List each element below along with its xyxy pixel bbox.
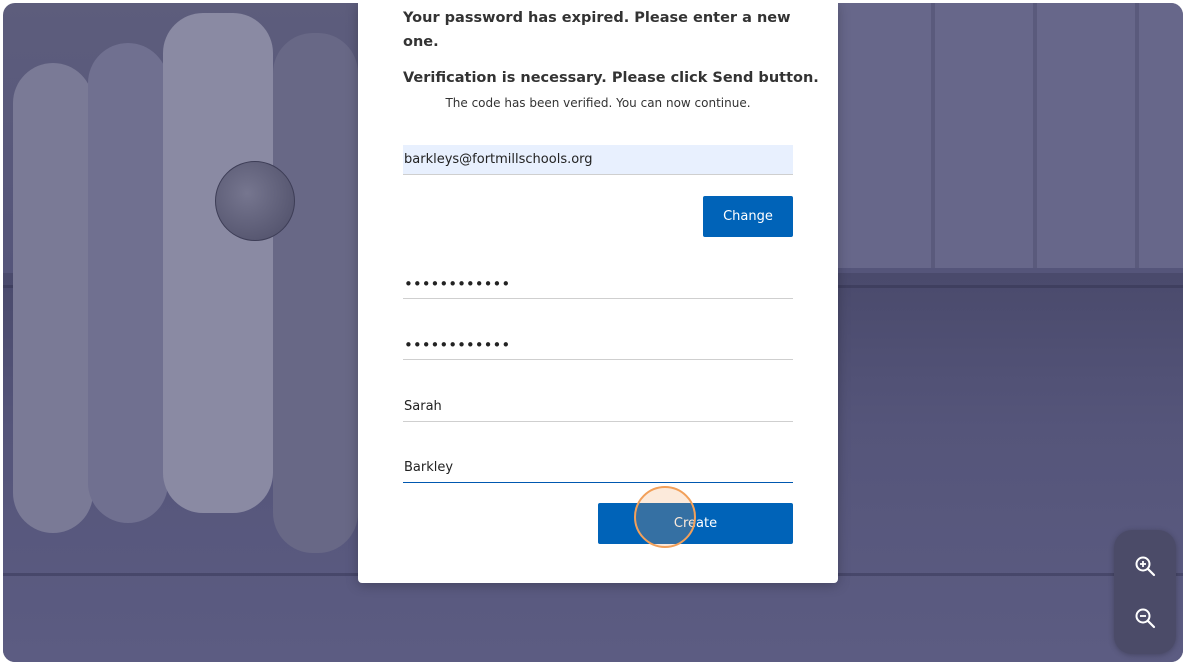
gym-wall-panels [833, 3, 1183, 268]
confirm-password-field[interactable] [403, 330, 793, 360]
change-email-button[interactable]: Change [703, 196, 793, 237]
given-name-field[interactable] [403, 392, 793, 422]
code-verified-message: The code has been verified. You can now … [445, 96, 751, 110]
zoom-out-icon [1135, 608, 1156, 629]
player-silhouette [13, 63, 93, 533]
zoom-in-icon [1135, 556, 1156, 577]
create-button[interactable]: Create [598, 503, 793, 544]
basketball [215, 161, 295, 241]
background-scene: Your password has expired. Please enter … [3, 3, 1183, 662]
new-password-field[interactable] [403, 269, 793, 299]
verification-message: Verification is necessary. Please click … [403, 70, 819, 86]
player-silhouette [88, 43, 168, 523]
zoom-controls [1114, 530, 1176, 654]
password-expired-heading: Your password has expired. Please enter … [403, 10, 791, 50]
surname-field[interactable] [403, 453, 793, 483]
password-reset-card: Your password has expired. Please enter … [358, 3, 838, 583]
player-silhouette [273, 33, 358, 553]
players-photo [3, 3, 363, 603]
zoom-in-button[interactable] [1125, 546, 1165, 586]
player-silhouette [163, 13, 273, 513]
email-field[interactable] [403, 145, 793, 175]
zoom-out-button[interactable] [1125, 598, 1165, 638]
